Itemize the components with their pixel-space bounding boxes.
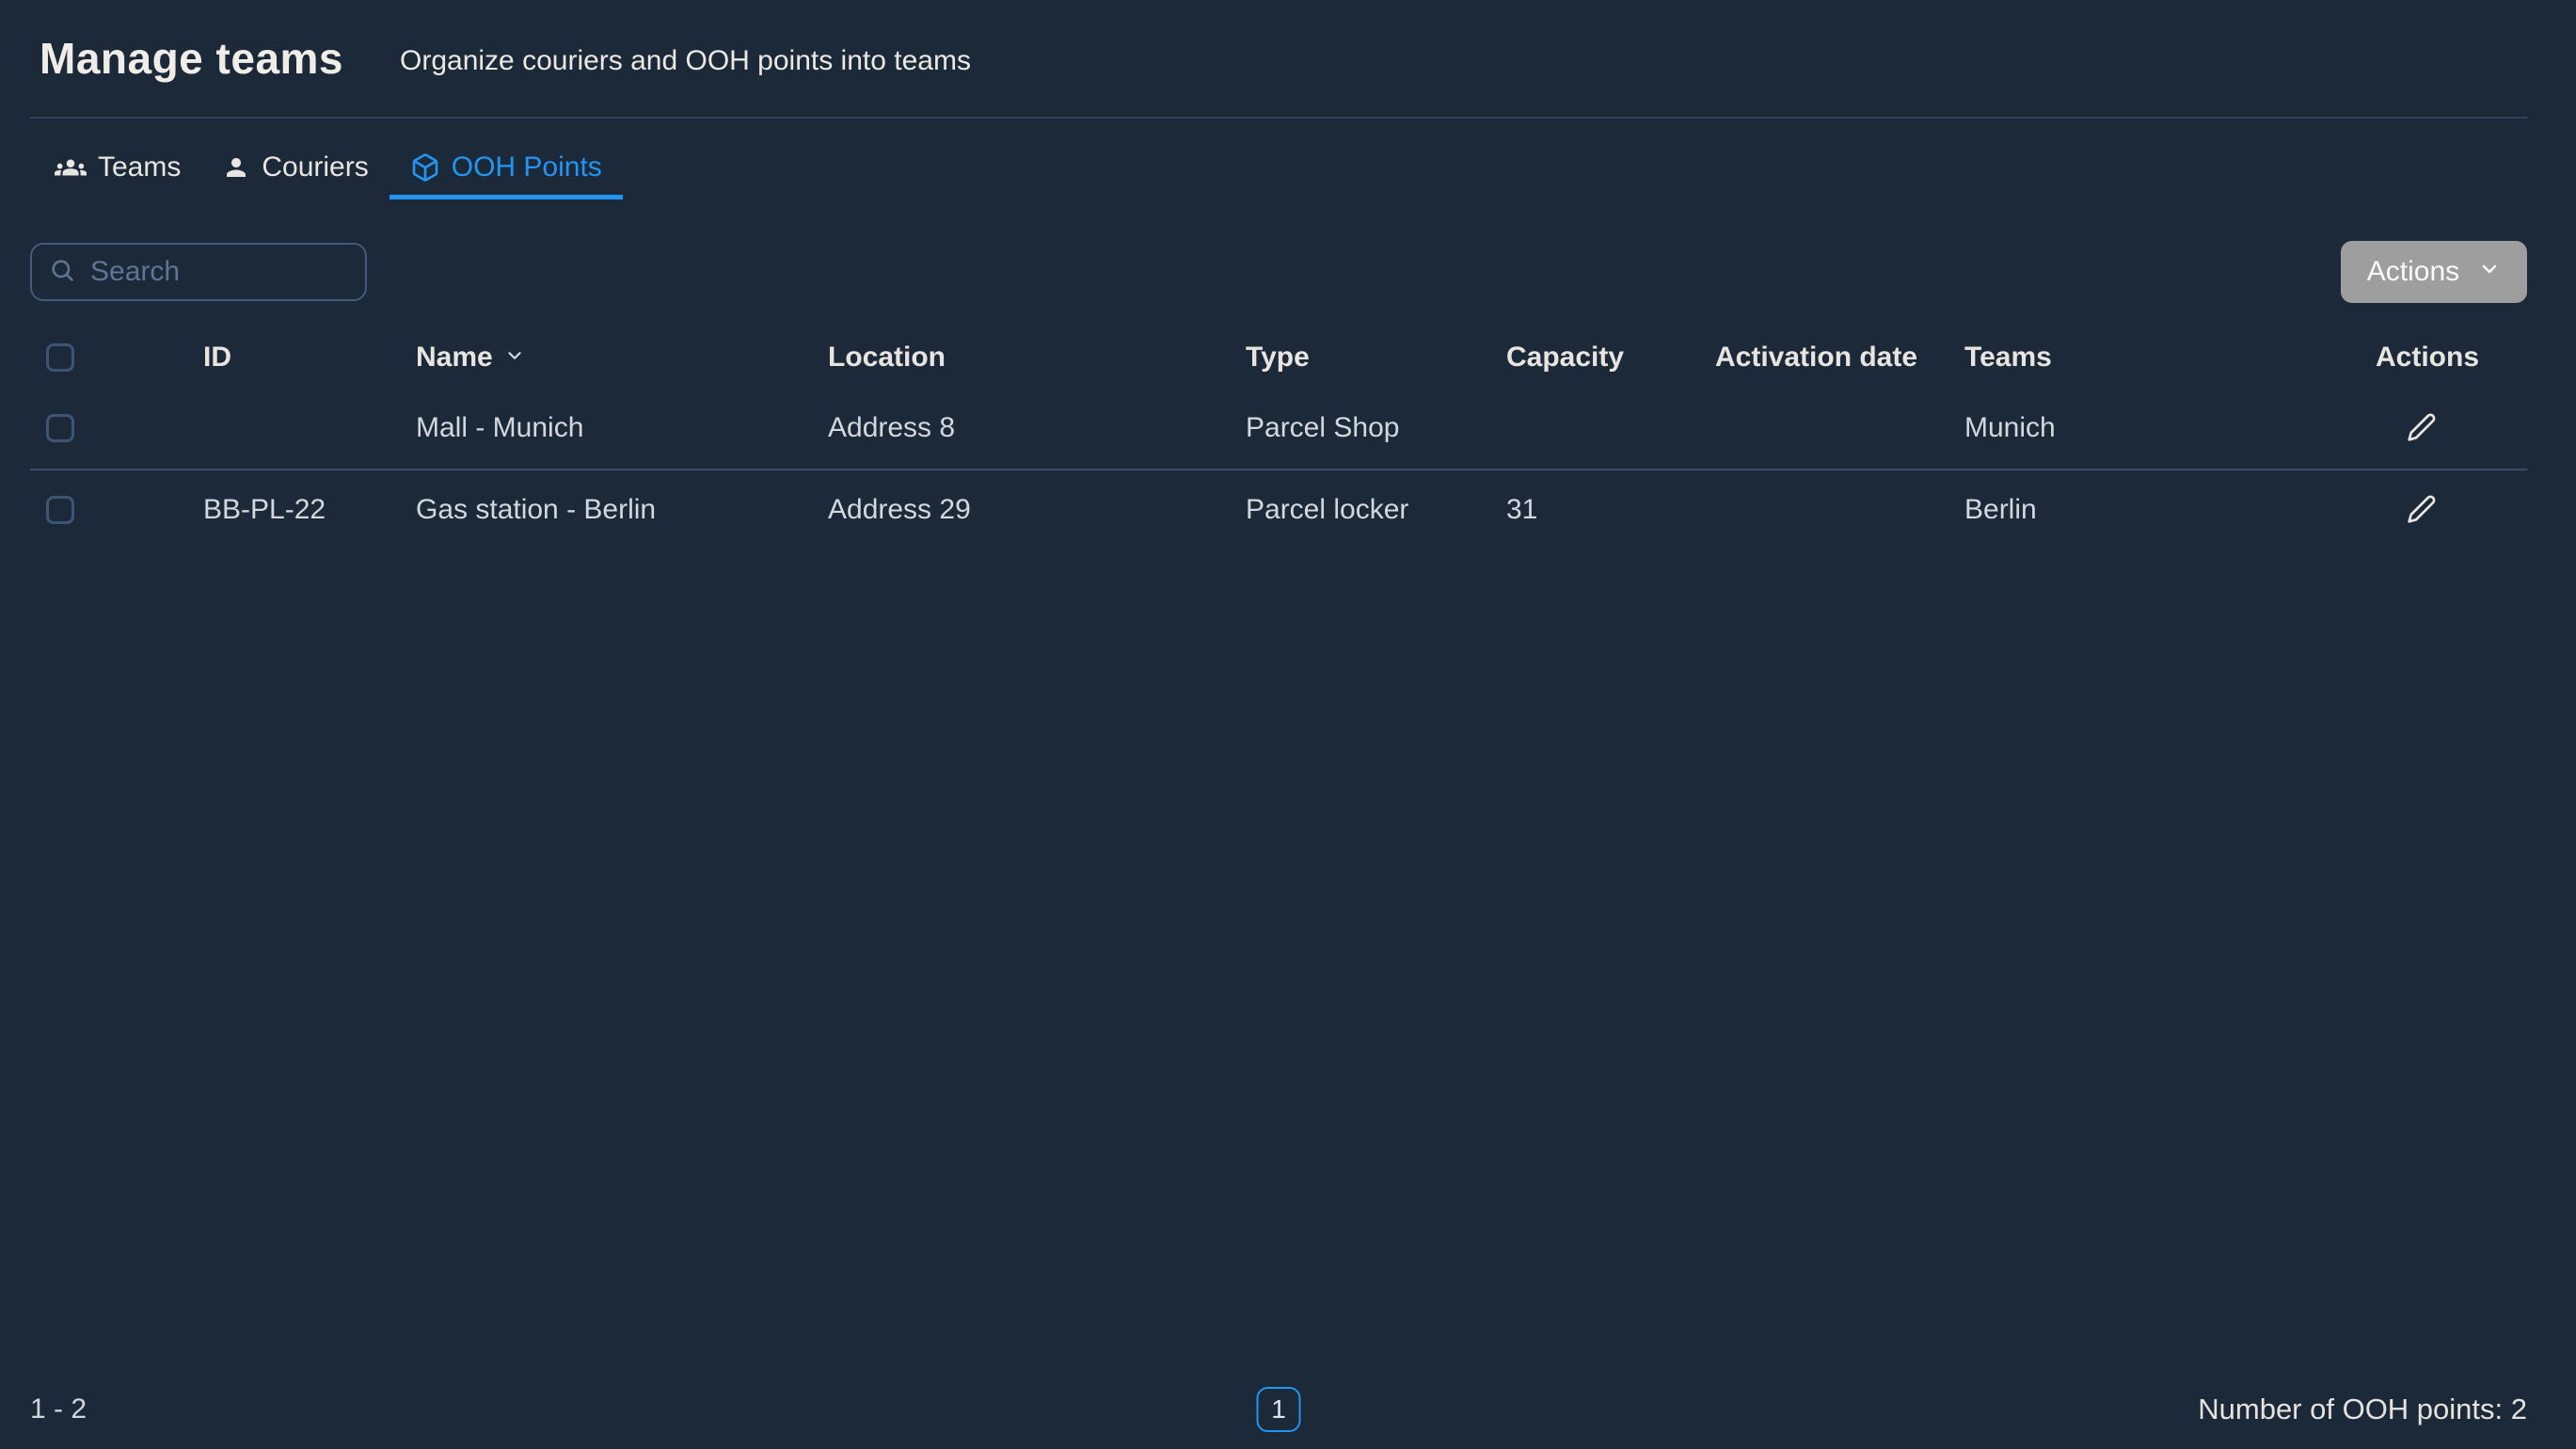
column-header-id[interactable]: ID — [203, 342, 416, 374]
tab-label: Couriers — [262, 151, 368, 183]
table-header-row: ID Name Location Type Capacity Activatio… — [30, 327, 2527, 388]
row-checkbox-cell — [30, 496, 203, 524]
column-header-teams[interactable]: Teams — [1964, 342, 2376, 374]
table-row: Mall - Munich Address 8 Parcel Shop Muni… — [30, 388, 2527, 469]
actions-button-label: Actions — [2367, 256, 2459, 288]
page-1-button[interactable]: 1 — [1257, 1387, 1301, 1432]
header-checkbox-cell — [30, 343, 203, 372]
tab-teams[interactable]: Teams — [34, 139, 201, 199]
page-title: Manage teams — [40, 33, 343, 84]
edit-button[interactable] — [2407, 412, 2437, 445]
search-box[interactable] — [30, 243, 367, 301]
visible-range-label: 1 - 2 — [30, 1393, 87, 1425]
column-header-activation-date[interactable]: Activation date — [1715, 342, 1964, 374]
tab-bar: Teams Couriers OOH Points — [30, 139, 2527, 199]
chevron-down-icon — [2478, 256, 2501, 288]
cell-actions — [2376, 412, 2527, 445]
total-count-label: Number of OOH points: 2 — [2198, 1393, 2527, 1426]
cell-location: Address 29 — [828, 494, 1246, 526]
cell-teams: Berlin — [1964, 494, 2376, 526]
page-subtitle: Organize couriers and OOH points into te… — [400, 40, 971, 77]
search-input[interactable] — [90, 256, 350, 288]
row-checkbox[interactable] — [46, 414, 74, 442]
edit-icon — [2407, 412, 2437, 445]
tab-label: OOH Points — [452, 151, 602, 183]
person-icon — [222, 153, 250, 182]
groups-icon — [55, 151, 87, 183]
ooh-points-table: ID Name Location Type Capacity Activatio… — [30, 327, 2527, 549]
tab-couriers[interactable]: Couriers — [201, 139, 389, 199]
column-header-capacity[interactable]: Capacity — [1506, 342, 1715, 374]
table-footer: 1 - 2 1 Number of OOH points: 2 — [30, 1386, 2527, 1433]
row-checkbox-cell — [30, 414, 203, 442]
tab-label: Teams — [98, 151, 181, 183]
column-header-location[interactable]: Location — [828, 342, 1246, 374]
manage-teams-page: Manage teams Organize couriers and OOH p… — [0, 0, 2576, 1449]
cell-name: Gas station - Berlin — [416, 494, 828, 526]
cell-name: Mall - Munich — [416, 412, 828, 444]
search-icon — [49, 257, 75, 288]
cell-location: Address 8 — [828, 412, 1246, 444]
column-header-name-label: Name — [416, 342, 493, 374]
cell-id: BB-PL-22 — [203, 494, 416, 526]
cell-type: Parcel locker — [1246, 494, 1506, 526]
column-header-type[interactable]: Type — [1246, 342, 1506, 374]
sort-chevron-icon — [504, 342, 525, 374]
cell-teams: Munich — [1964, 412, 2376, 444]
package-icon — [410, 152, 440, 183]
cell-type: Parcel Shop — [1246, 412, 1506, 444]
table-toolbar: Actions — [30, 241, 2527, 303]
edit-button[interactable] — [2407, 494, 2437, 527]
tab-ooh-points[interactable]: OOH Points — [390, 139, 623, 199]
table-row: BB-PL-22 Gas station - Berlin Address 29… — [30, 469, 2527, 549]
row-checkbox[interactable] — [46, 496, 74, 524]
cell-actions — [2376, 494, 2527, 527]
select-all-checkbox[interactable] — [46, 343, 74, 372]
actions-button[interactable]: Actions — [2341, 241, 2527, 303]
edit-icon — [2407, 494, 2437, 527]
column-header-name[interactable]: Name — [416, 342, 828, 374]
cell-capacity: 31 — [1506, 494, 1715, 526]
page-header: Manage teams Organize couriers and OOH p… — [30, 0, 2527, 119]
column-header-actions: Actions — [2376, 342, 2527, 374]
